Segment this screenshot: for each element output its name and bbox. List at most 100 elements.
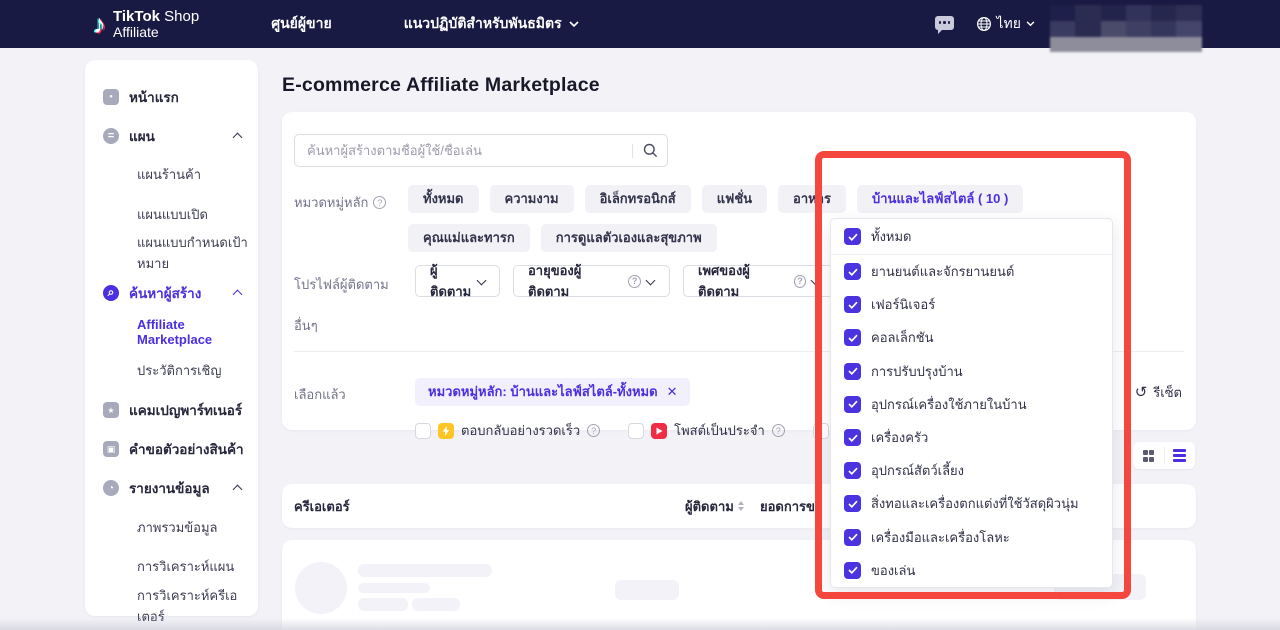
chevron-down-icon (478, 275, 485, 283)
sidebar-item-open-plan[interactable]: แผนแบบเปิด (85, 195, 258, 234)
language-selector[interactable]: ไทย (976, 0, 1035, 48)
blurred-account-info (1050, 5, 1202, 53)
chevron-down-icon (812, 275, 820, 283)
option-pet-supplies[interactable]: อุปกรณ์สัตว์เลี้ยง (831, 454, 1112, 487)
chip-food[interactable]: อาหาร (778, 185, 846, 213)
checkbox-checked[interactable] (844, 329, 861, 346)
checkbox-checked[interactable] (844, 396, 861, 413)
option-automotive[interactable]: ยานยนต์และจักรยานยนต์ (831, 255, 1112, 288)
tiktok-shop-affiliate-logo[interactable]: ♪ TikTok Shop Affiliate (93, 9, 199, 39)
checkbox-unchecked[interactable] (813, 423, 829, 439)
subcategory-dropdown-panel: ทั้งหมด ยานยนต์และจักรยานยนต์ เฟอร์นิเจอ… (830, 218, 1113, 588)
checkbox-checked[interactable] (844, 562, 861, 579)
report-chart-icon (103, 480, 119, 496)
option-toys[interactable]: ของเล่น (831, 554, 1112, 587)
checkbox-checked[interactable] (844, 529, 861, 546)
chip-beauty[interactable]: ความงาม (490, 185, 574, 213)
sidebar-item-data-overview[interactable]: ภาพรวมข้อมูล (85, 508, 258, 547)
checkbox-checked[interactable] (844, 495, 861, 512)
help-icon[interactable]: ? (373, 196, 386, 209)
checkbox-checked[interactable] (844, 296, 861, 313)
option-home-improvement[interactable]: การปรับปรุงบ้าน (831, 355, 1112, 388)
campaign-badge-icon (103, 402, 119, 418)
filter-regular-posts[interactable]: โพสต์เป็นประจำ ? (628, 420, 785, 441)
sidebar-item-plans[interactable]: แผน (85, 116, 258, 155)
option-collectibles[interactable]: คอลเล็กชัน (831, 321, 1112, 354)
reset-button[interactable]: ↺ รีเซ็ต (1135, 378, 1182, 406)
sidebar-item-creator-analysis[interactable]: การวิเคราะห์ครีเอเตอร์ (85, 586, 258, 625)
globe-icon (976, 16, 992, 32)
list-view-button[interactable] (1165, 442, 1196, 469)
checkbox-checked[interactable] (844, 429, 861, 446)
option-furniture[interactable]: เฟอร์นิเจอร์ (831, 288, 1112, 321)
chat-icon[interactable] (935, 16, 954, 30)
column-creator: ครีเอเตอร์ (294, 496, 350, 517)
avatar-skeleton (295, 562, 347, 614)
sidebar-item-target-plan[interactable]: แผนแบบกำหนดเป้าหมาย (85, 234, 258, 273)
checkbox-checked[interactable] (844, 462, 861, 479)
chevron-down-icon (647, 275, 655, 283)
find-creators-icon (103, 285, 119, 301)
option-all[interactable]: ทั้งหมด (831, 219, 1112, 255)
tiktok-note-icon: ♪ (93, 11, 106, 37)
option-home-appliances[interactable]: อุปกรณ์เครื่องใช้ภายในบ้าน (831, 388, 1112, 421)
selected-filter-chip[interactable]: หมวดหมู่หลัก: บ้านและไลฟ์สไตล์-ทั้งหมด ✕ (415, 378, 690, 406)
grid-icon (1143, 450, 1154, 461)
chevron-up-icon (234, 291, 242, 299)
chip-all[interactable]: ทั้งหมด (408, 185, 479, 213)
filter-quick-reply[interactable]: ตอบกลับอย่างรวดเร็ว ? (415, 420, 600, 441)
follower-age-dropdown[interactable]: อายุของผู้ติดตาม? (513, 265, 670, 297)
search-icon[interactable] (633, 143, 667, 158)
sidebar-item-sample-requests[interactable]: คำขอตัวอย่างสินค้า (85, 430, 258, 469)
checkbox-checked[interactable] (844, 363, 861, 380)
chip-mom-baby[interactable]: คุณแม่และทารก (408, 224, 530, 252)
category-row-label: หมวดหมู่หลัก ? (294, 192, 386, 213)
skeleton-bar (358, 598, 408, 611)
logo-shop: Shop (164, 8, 199, 25)
logo-brand: TikTok (113, 8, 160, 25)
language-label: ไทย (997, 13, 1021, 35)
chip-fashion[interactable]: แฟชั่น (702, 185, 767, 213)
sidebar-item-find-creators[interactable]: ค้นหาผู้สร้าง (85, 273, 258, 312)
sidebar-item-home[interactable]: หน้าแรก (85, 77, 258, 116)
follower-profile-label: โปรไฟล์ผู้ติดตาม (294, 274, 389, 295)
home-icon (103, 89, 119, 105)
skeleton-bar (615, 580, 679, 600)
chevron-up-icon (234, 134, 242, 142)
sidebar-item-data-reports[interactable]: รายงานข้อมูล (85, 469, 258, 508)
checkbox-unchecked[interactable] (415, 423, 431, 439)
option-kitchenware[interactable]: เครื่องครัว (831, 421, 1112, 454)
skeleton-bar (358, 583, 430, 593)
plans-icon (103, 128, 119, 144)
top-navbar: ♪ TikTok Shop Affiliate ศูนย์ผู้ขาย แนวป… (0, 0, 1280, 48)
sidebar-item-plan-analysis[interactable]: การวิเคราะห์แผน (85, 547, 258, 586)
chip-home-lifestyle[interactable]: บ้านและไลฟ์สไตล์ ( 10 ) (857, 185, 1023, 213)
lightning-icon (438, 423, 454, 439)
sidebar-item-affiliate-marketplace[interactable]: Affiliate Marketplace (85, 312, 258, 351)
others-label: อื่นๆ (294, 315, 318, 336)
checkbox-unchecked[interactable] (628, 423, 644, 439)
option-textiles[interactable]: สิ่งทอและเครื่องตกแต่งที่ใช้วัสดุผิวนุ่ม (831, 487, 1112, 520)
logo-sub: Affiliate (113, 25, 199, 40)
help-icon: ? (587, 424, 600, 437)
sidebar-item-invite-history[interactable]: ประวัติการเชิญ (85, 351, 258, 390)
followers-dropdown[interactable]: ผู้ติดตาม (415, 265, 500, 297)
sidebar-item-shop-plan[interactable]: แผนร้านค้า (85, 155, 258, 194)
video-icon (651, 423, 667, 439)
checkbox-checked[interactable] (844, 263, 861, 280)
sidebar-item-partner-campaigns[interactable]: แคมเปญพาร์ทเนอร์ (85, 391, 258, 430)
option-tools-hardware[interactable]: เครื่องมือและเครื่องโลหะ (831, 521, 1112, 554)
checkbox-checked[interactable] (844, 228, 861, 245)
nav-partner-guidelines[interactable]: แนวปฏิบัติสำหรับพันธมิตร (404, 13, 579, 35)
sample-box-icon (103, 441, 119, 457)
remove-filter-icon[interactable]: ✕ (667, 378, 678, 406)
chip-selfcare-health[interactable]: การดูแลตัวเองและสุขภาพ (541, 224, 717, 252)
nav-seller-center[interactable]: ศูนย์ผู้ขาย (271, 13, 332, 35)
others-filters: ตอบกลับอย่างรวดเร็ว ? โพสต์เป็นประจำ ? ก… (415, 420, 889, 441)
chip-electronics[interactable]: อิเล็กทรอนิกส์ (585, 185, 691, 213)
search-input[interactable] (295, 143, 632, 158)
follower-gender-dropdown[interactable]: เพศของผู้ติดตาม? (683, 265, 835, 297)
grid-view-button[interactable] (1133, 442, 1164, 469)
column-followers[interactable]: ผู้ติดตาม (685, 496, 744, 517)
page-title: E-commerce Affiliate Marketplace (282, 74, 600, 97)
